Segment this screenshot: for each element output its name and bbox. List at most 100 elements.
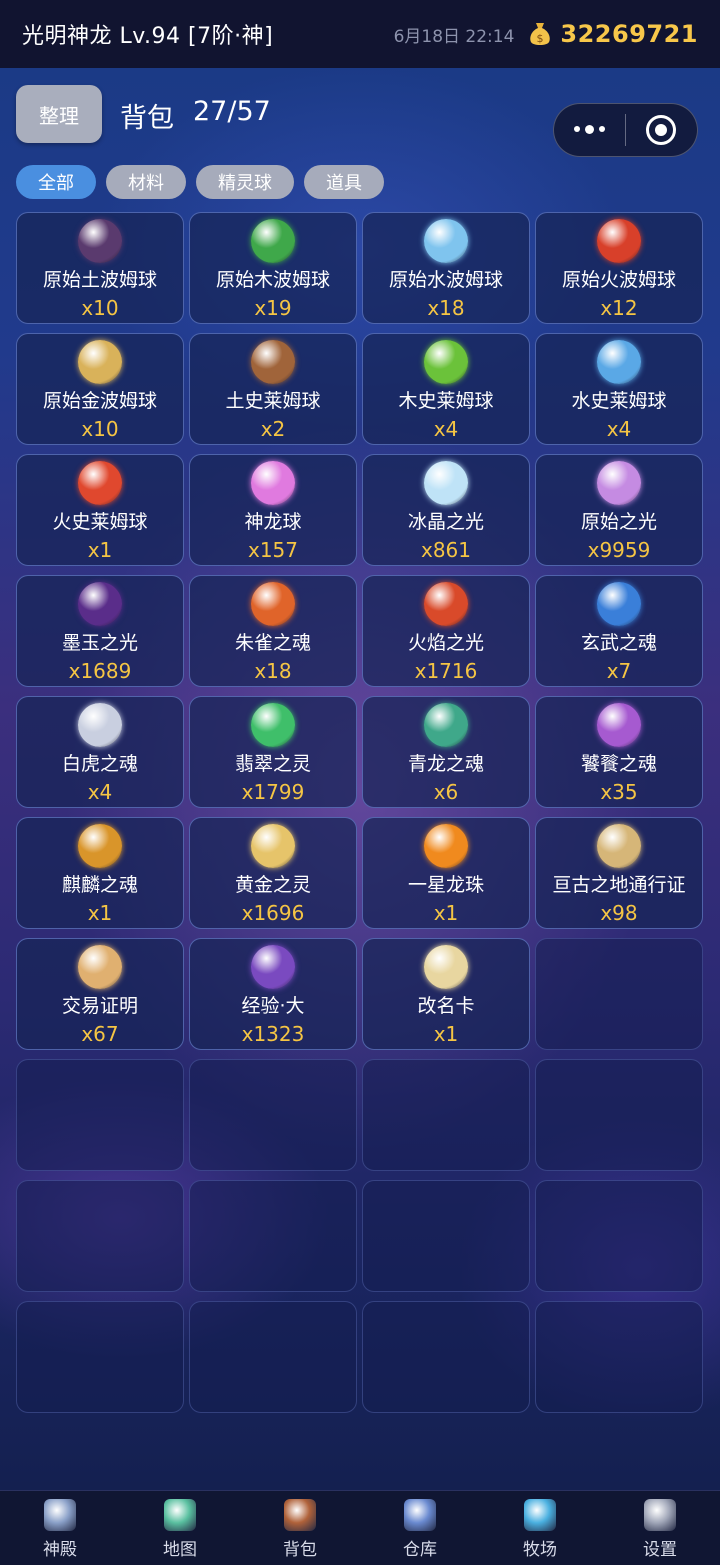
nav-label: 神殿 (43, 1540, 77, 1560)
wood-slime-ball-icon (424, 340, 468, 384)
nav-label: 设置 (643, 1540, 677, 1560)
earth-slime-ball-icon (251, 340, 295, 384)
money-bag-icon: $ (530, 23, 551, 45)
inventory-slot[interactable]: 一星龙珠 x1 (362, 817, 530, 929)
primal-light-icon (597, 461, 641, 505)
tab-2[interactable]: 精灵球 (196, 165, 294, 199)
item-name: 改名卡 (417, 995, 475, 1017)
inventory-slot[interactable]: 土史莱姆球 x2 (189, 333, 357, 445)
item-name: 原始土波姆球 (42, 269, 157, 291)
inventory-slot[interactable]: 神龙球 x157 (189, 454, 357, 566)
item-quantity: x67 (81, 1022, 119, 1046)
player-info: 光明神龙 Lv.94 [7阶·神] (22, 24, 274, 49)
item-name: 原始金波姆球 (42, 390, 157, 412)
inventory-slot[interactable]: 木史莱姆球 x4 (362, 333, 530, 445)
item-quantity: x19 (254, 296, 292, 320)
qilin-icon (78, 824, 122, 868)
inventory-slot[interactable]: 亘古之地通行证 x98 (535, 817, 703, 929)
inventory-slot[interactable]: 交易证明 x67 (16, 938, 184, 1050)
item-name: 亘古之地通行证 (552, 874, 686, 896)
item-quantity: x35 (600, 780, 638, 804)
inventory-slot[interactable]: 青龙之魂 x6 (362, 696, 530, 808)
item-name: 土史莱姆球 (225, 390, 321, 412)
inventory-slot[interactable]: 经验·大 x1323 (189, 938, 357, 1050)
flame-light-icon (424, 582, 468, 626)
item-quantity: x4 (433, 417, 459, 441)
close-target-icon[interactable] (626, 115, 697, 145)
empty-slot (362, 1059, 530, 1171)
item-quantity: x2 (260, 417, 286, 441)
black-jade-icon (78, 582, 122, 626)
nav-item-5[interactable]: 设置 (600, 1491, 720, 1565)
wood-ball-icon (251, 219, 295, 263)
nav-item-0[interactable]: 神殿 (0, 1491, 120, 1565)
nav-item-4[interactable]: 牧场 (480, 1491, 600, 1565)
bag-title: 背包 (120, 103, 174, 134)
inventory-slot[interactable]: 原始土波姆球 x10 (16, 212, 184, 324)
empty-slot (189, 1059, 357, 1171)
inventory-slot[interactable]: 火史莱姆球 x1 (16, 454, 184, 566)
inventory-slot[interactable]: 麒麟之魂 x1 (16, 817, 184, 929)
item-quantity: x4 (87, 780, 113, 804)
item-name: 火史莱姆球 (52, 511, 148, 533)
ice-crystal-icon (424, 461, 468, 505)
item-quantity: x1323 (241, 1022, 305, 1046)
inventory-slot[interactable]: 黄金之灵 x1696 (189, 817, 357, 929)
empty-slot (189, 1301, 357, 1413)
empty-slot (535, 1059, 703, 1171)
item-quantity: x1 (87, 538, 113, 562)
item-quantity: x7 (606, 659, 632, 683)
item-quantity: x18 (427, 296, 465, 320)
nav-label: 地图 (163, 1540, 197, 1560)
empty-slot (535, 938, 703, 1050)
item-name: 木史莱姆球 (398, 390, 494, 412)
tab-0[interactable]: 全部 (16, 165, 96, 199)
inventory-slot[interactable]: 玄武之魂 x7 (535, 575, 703, 687)
nav-item-2[interactable]: 背包 (240, 1491, 360, 1565)
more-menu-icon[interactable] (554, 125, 625, 134)
pass-scroll-icon (597, 824, 641, 868)
inventory-slot[interactable]: 原始火波姆球 x12 (535, 212, 703, 324)
item-quantity: x861 (420, 538, 471, 562)
inventory-slot[interactable]: 翡翠之灵 x1799 (189, 696, 357, 808)
inventory-slot[interactable]: 水史莱姆球 x4 (535, 333, 703, 445)
item-quantity: x1 (433, 1022, 459, 1046)
trade-scroll-icon (78, 945, 122, 989)
exp-book-icon (251, 945, 295, 989)
settings-icon (644, 1499, 676, 1531)
inventory-slot[interactable]: 白虎之魂 x4 (16, 696, 184, 808)
inventory-slot[interactable]: 原始水波姆球 x18 (362, 212, 530, 324)
inventory-slot[interactable]: 原始金波姆球 x10 (16, 333, 184, 445)
nav-item-1[interactable]: 地图 (120, 1491, 240, 1565)
item-quantity: x1799 (241, 780, 305, 804)
inventory-slot[interactable]: 原始木波姆球 x19 (189, 212, 357, 324)
golden-spirit-icon (251, 824, 295, 868)
warehouse-icon (404, 1499, 436, 1531)
item-name: 黄金之灵 (234, 874, 311, 896)
fire-slime-ball-icon (78, 461, 122, 505)
inventory-slot[interactable]: 改名卡 x1 (362, 938, 530, 1050)
sort-button[interactable]: 整理 (16, 85, 102, 143)
inventory-slot[interactable]: 朱雀之魂 x18 (189, 575, 357, 687)
dragon-ball-icon (251, 461, 295, 505)
inventory-slot[interactable]: 墨玉之光 x1689 (16, 575, 184, 687)
inventory-slot[interactable]: 饕餮之魂 x35 (535, 696, 703, 808)
map-icon (164, 1499, 196, 1531)
item-name: 原始木波姆球 (215, 269, 330, 291)
empty-slot (16, 1059, 184, 1171)
item-quantity: x157 (247, 538, 298, 562)
gold-amount: 32269721 (560, 20, 698, 48)
tab-1[interactable]: 材料 (106, 165, 186, 199)
tab-3[interactable]: 道具 (304, 165, 384, 199)
inventory-slot[interactable]: 原始之光 x9959 (535, 454, 703, 566)
nav-label: 牧场 (523, 1540, 557, 1560)
item-name: 经验·大 (241, 995, 305, 1017)
water-ball-icon (424, 219, 468, 263)
nav-label: 背包 (283, 1540, 317, 1560)
inventory-slot[interactable]: 冰晶之光 x861 (362, 454, 530, 566)
taotie-icon (597, 703, 641, 747)
inventory-slot[interactable]: 火焰之光 x1716 (362, 575, 530, 687)
fire-ball-icon (597, 219, 641, 263)
item-quantity: x12 (600, 296, 638, 320)
nav-item-3[interactable]: 仓库 (360, 1491, 480, 1565)
